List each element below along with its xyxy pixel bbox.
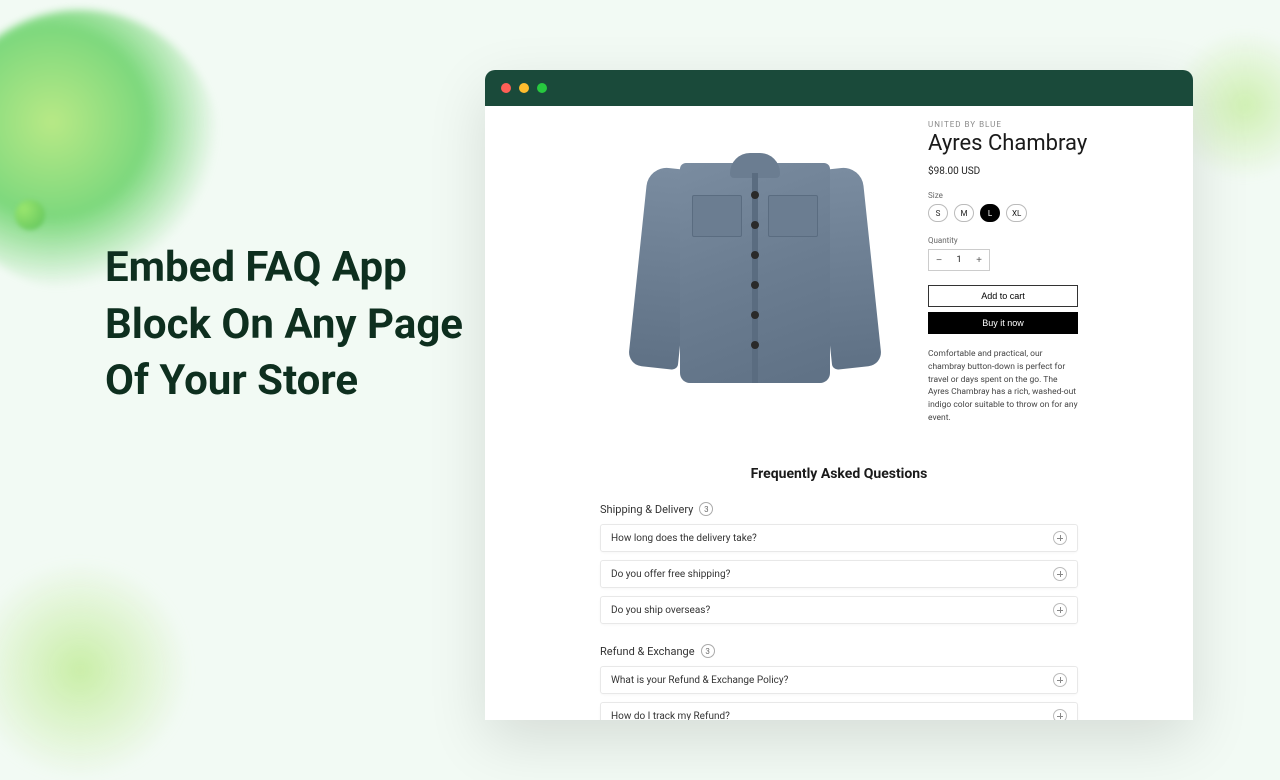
size-option-l[interactable]: L	[980, 204, 1000, 222]
browser-window: UNITED BY BLUE Ayres Chambray $98.00 USD…	[485, 70, 1193, 720]
product-description: Comfortable and practical, our chambray …	[928, 348, 1078, 425]
expand-icon	[1053, 567, 1067, 581]
product-image	[600, 118, 910, 428]
shirt-illustration	[630, 133, 880, 413]
expand-icon	[1053, 673, 1067, 687]
faq-count-badge: 3	[699, 502, 713, 516]
faq-category-label: Shipping & Delivery	[600, 503, 693, 516]
quantity-stepper: − 1 +	[928, 249, 990, 271]
decorative-blob	[15, 200, 45, 230]
faq-category-refund: Refund & Exchange 3	[600, 644, 1078, 658]
faq-item[interactable]: Do you ship overseas?	[600, 596, 1078, 624]
window-titlebar	[485, 70, 1193, 106]
faq-question: Do you ship overseas?	[611, 605, 710, 616]
maximize-icon[interactable]	[537, 83, 547, 93]
faq-item[interactable]: What is your Refund & Exchange Policy?	[600, 666, 1078, 694]
faq-item[interactable]: Do you offer free shipping?	[600, 560, 1078, 588]
faq-category-shipping: Shipping & Delivery 3	[600, 502, 1078, 516]
size-option-xl[interactable]: XL	[1006, 204, 1027, 222]
marketing-headline: Embed FAQ App Block On Any Page Of Your …	[105, 240, 465, 410]
product-brand: UNITED BY BLUE	[928, 120, 1153, 129]
faq-heading: Frequently Asked Questions	[600, 466, 1078, 482]
faq-item[interactable]: How do I track my Refund?	[600, 702, 1078, 720]
size-selector: S M L XL	[928, 204, 1153, 222]
faq-question: What is your Refund & Exchange Policy?	[611, 675, 788, 686]
close-icon[interactable]	[501, 83, 511, 93]
qty-value: 1	[949, 255, 969, 265]
product-price: $98.00 USD	[928, 166, 1153, 177]
qty-decrease-button[interactable]: −	[929, 255, 949, 266]
faq-question: Do you offer free shipping?	[611, 569, 730, 580]
expand-icon	[1053, 709, 1067, 720]
size-label: Size	[928, 191, 1153, 200]
faq-question: How do I track my Refund?	[611, 711, 730, 721]
quantity-label: Quantity	[928, 236, 1153, 245]
faq-item[interactable]: How long does the delivery take?	[600, 524, 1078, 552]
buy-now-button[interactable]: Buy it now	[928, 312, 1078, 334]
store-page: UNITED BY BLUE Ayres Chambray $98.00 USD…	[485, 106, 1193, 720]
faq-count-badge: 3	[701, 644, 715, 658]
minimize-icon[interactable]	[519, 83, 529, 93]
decorative-blob	[0, 560, 190, 780]
expand-icon	[1053, 603, 1067, 617]
faq-category-label: Refund & Exchange	[600, 645, 695, 658]
size-option-m[interactable]: M	[954, 204, 974, 222]
product-title: Ayres Chambray	[928, 131, 1153, 156]
size-option-s[interactable]: S	[928, 204, 948, 222]
add-to-cart-button[interactable]: Add to cart	[928, 285, 1078, 307]
faq-question: How long does the delivery take?	[611, 533, 757, 544]
expand-icon	[1053, 531, 1067, 545]
qty-increase-button[interactable]: +	[969, 255, 989, 266]
faq-block: Frequently Asked Questions Shipping & De…	[485, 466, 1193, 720]
